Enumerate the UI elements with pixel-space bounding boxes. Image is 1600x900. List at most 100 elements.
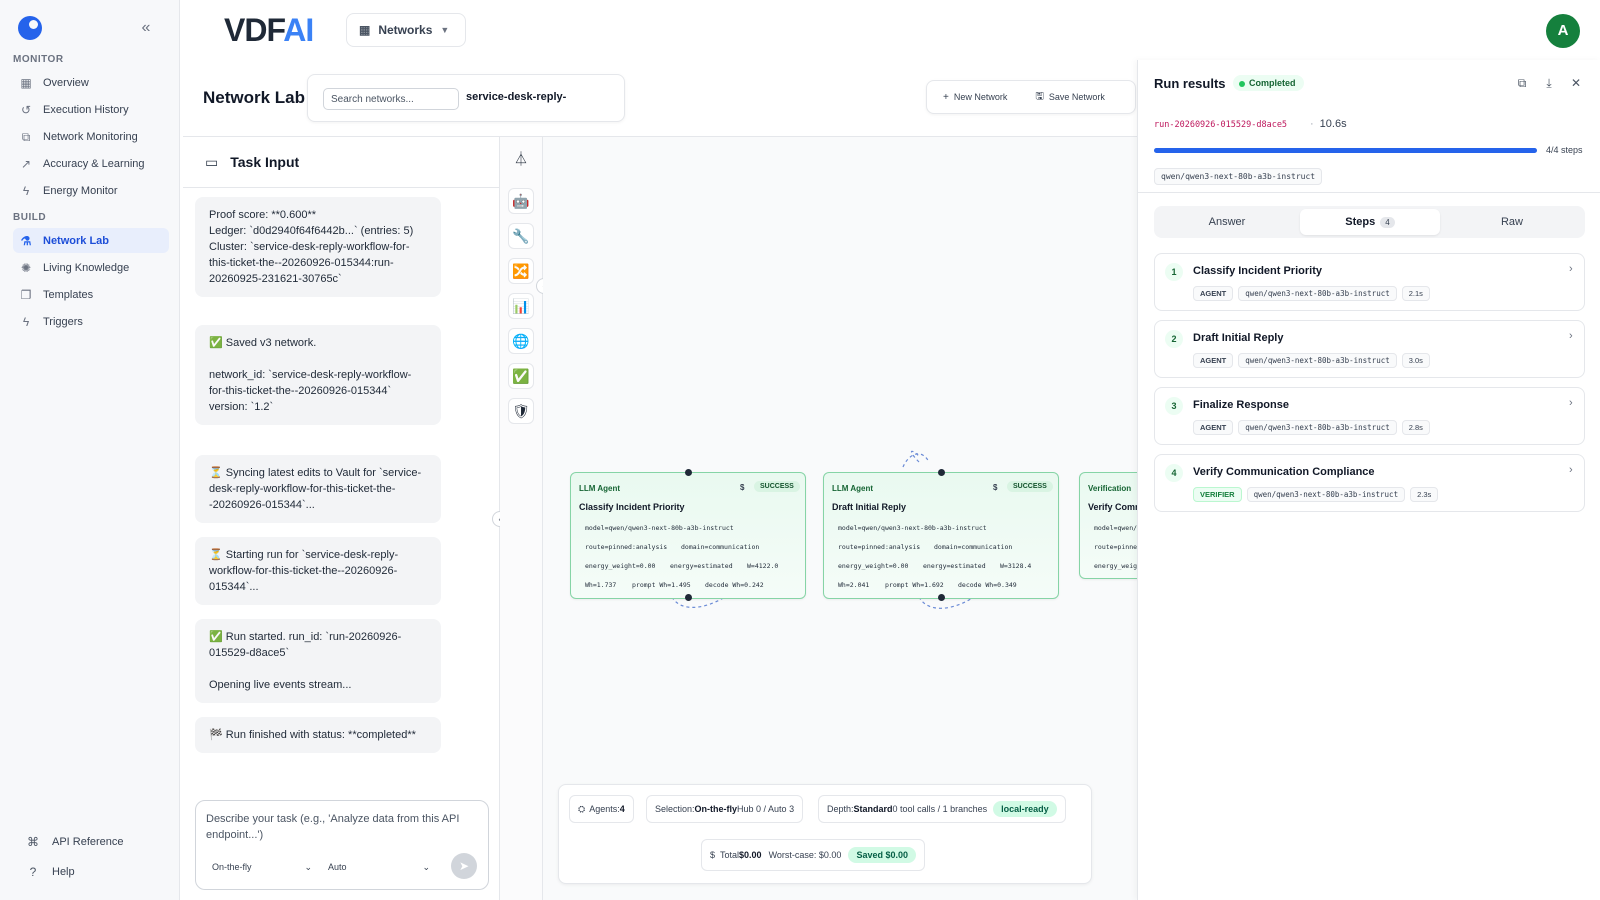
shuffle-icon[interactable]: 🔀 (508, 258, 534, 284)
input-port[interactable] (938, 469, 945, 476)
footer-item-help[interactable]: ? Help (26, 861, 75, 883)
search-input[interactable] (323, 88, 459, 110)
sidebar-item-execution-history[interactable]: ↺ Execution History (13, 97, 169, 122)
globe-icon[interactable]: 🌐 (508, 328, 534, 354)
network-actions: + New Network 🖫 Save Network (926, 80, 1136, 114)
model-tag: qwen/qwen3-next-80b-a3b-instruct (1238, 353, 1397, 368)
current-network-name[interactable]: service-desk-reply- (466, 91, 566, 103)
sidebar-item-network-lab[interactable]: ⚗ Network Lab (13, 228, 169, 253)
node-draft-initial-reply[interactable]: LLM Agent $ SUCCESS Draft Initial Reply … (823, 469, 1059, 601)
run-duration-row: · 10.6s (1310, 118, 1347, 130)
network-canvas[interactable]: LLM Agent $ SUCCESS Classify Incident Pr… (543, 136, 1137, 900)
sidebar-item-network-monitoring[interactable]: ⧉ Network Monitoring (13, 124, 169, 149)
task-description-input[interactable] (206, 811, 476, 847)
run-id[interactable]: run-20260926-015529-d8ace5 (1154, 120, 1287, 130)
cost-icon: $ (740, 483, 745, 492)
output-port[interactable] (938, 594, 945, 601)
chat-message: ⏳ Syncing latest edits to Vault for `ser… (195, 455, 441, 523)
new-network-button[interactable]: + New Network (943, 92, 1007, 103)
footer-item-api-reference[interactable]: ⌘ API Reference (26, 831, 124, 853)
step-tags: AGENT qwen/qwen3-next-80b-a3b-instruct 2… (1193, 286, 1430, 301)
model-tag: qwen/qwen3-next-80b-a3b-instruct (1238, 286, 1397, 301)
node-energy-weight: energy_weight=0.00 (838, 562, 909, 570)
sidebar-item-templates[interactable]: ❐ Templates (13, 282, 169, 307)
output-port[interactable] (685, 594, 692, 601)
avatar[interactable]: A (1546, 14, 1580, 48)
robot-icon[interactable]: 🤖 (508, 188, 534, 214)
sidebar-item-living-knowledge[interactable]: ✺ Living Knowledge (13, 255, 169, 280)
node-palette: ⏃ 🤖 🔧 🔀 📊 🌐 ✅ 🛡 (500, 136, 543, 900)
depth-chip: Depth: Standard 0 tool calls / 1 branches … (818, 795, 1066, 823)
shield-icon[interactable]: 🛡 (508, 398, 534, 424)
copy-icon[interactable]: ⧉ (1513, 74, 1531, 92)
step-title: Classify Incident Priority (1193, 265, 1322, 277)
node-energy-weight: energy_weight=0.00 (1094, 562, 1137, 570)
brand-logo[interactable]: VDFAI (224, 12, 314, 49)
section-label-build: BUILD (13, 212, 47, 223)
networks-dropdown[interactable]: ▦ Networks ▼ (346, 13, 466, 47)
step-card[interactable]: 3 Finalize Response › AGENT qwen/qwen3-n… (1154, 387, 1585, 445)
send-icon: ➤ (458, 859, 470, 873)
chevron-down-icon: ⌄ (422, 861, 430, 872)
sidebar-item-triggers[interactable]: ϟ Triggers (13, 309, 169, 334)
local-ready-badge: local-ready (993, 801, 1057, 817)
chevron-down-icon: ▼ (440, 25, 450, 35)
cost-chip: $ Total $0.00 Worst-case: $0.00 Saved $0.0… (701, 839, 925, 871)
sidebar-item-accuracy-learning[interactable]: ↗ Accuracy & Learning (13, 151, 169, 176)
input-port[interactable] (685, 469, 692, 476)
check-icon[interactable]: ✅ (508, 363, 534, 389)
node-verify-communication-compliance[interactable]: Verification Verify Communication Compli… (1079, 472, 1137, 579)
close-icon[interactable]: ✕ (1567, 74, 1585, 92)
tab-raw[interactable]: Raw (1442, 209, 1582, 235)
role-tag: AGENT (1193, 353, 1234, 368)
tab-count-badge: 4 (1380, 216, 1395, 228)
node-domain: domain=communication (934, 543, 1013, 551)
node-classify-incident-priority[interactable]: LLM Agent $ SUCCESS Classify Incident Pr… (570, 469, 806, 601)
chat-icon: ▭ (205, 153, 219, 170)
node-kind: LLM Agent (832, 484, 874, 493)
sidebar-item-energy-monitor[interactable]: ϟ Energy Monitor (13, 178, 169, 203)
node-wh: Wh=2.041 (838, 581, 870, 589)
mode-select[interactable]: On-the-fly ⌄ (212, 857, 312, 877)
depth-label: Depth: (827, 804, 854, 814)
saved-badge: Saved $0.00 (848, 847, 916, 863)
sidebar-item-label: Overview (43, 76, 89, 89)
step-tags: AGENT qwen/qwen3-next-80b-a3b-instruct 2… (1193, 420, 1430, 435)
sidebar-item-overview[interactable]: ▦ Overview (13, 70, 169, 95)
copy-icon: ❐ (20, 287, 32, 302)
download-icon[interactable]: ⤓ (1540, 74, 1558, 92)
sidebar-item-label: Network Monitoring (43, 130, 138, 143)
step-title: Finalize Response (1193, 399, 1289, 411)
run-results-header: Run results Completed ⧉ ⤓ ✕ run-20260926… (1138, 60, 1600, 193)
app-logo-icon[interactable] (18, 16, 42, 40)
chat-message: Proof score: **0.600** Ledger: `d0d2940f… (195, 197, 441, 297)
step-card[interactable]: 1 Classify Incident Priority › AGENT qwe… (1154, 253, 1585, 311)
flask-icon: ⚗ (20, 233, 32, 248)
step-number: 4 (1165, 464, 1183, 482)
node-model: model=qwen/qwen3-next-80b-a3b-instruct (585, 524, 734, 532)
collapse-sidebar-icon[interactable]: « (134, 18, 158, 40)
send-button[interactable]: ➤ (451, 853, 477, 879)
step-card[interactable]: 2 Draft Initial Reply › AGENT qwen/qwen3… (1154, 320, 1585, 378)
model-tag: qwen/qwen3-next-80b-a3b-instruct (1154, 168, 1323, 185)
bar-chart-icon[interactable]: 📊 (508, 293, 534, 319)
tab-steps[interactable]: Steps 4 (1300, 209, 1440, 235)
agents-chip: ⛭ Agents: 4 (569, 795, 634, 823)
grid-icon: ▦ (359, 23, 371, 37)
wrench-icon[interactable]: 🔧 (508, 223, 534, 249)
step-title: Verify Communication Compliance (1193, 466, 1375, 478)
task-input-panel: ▭ Task Input Proof score: **0.600** Ledg… (183, 136, 500, 900)
step-number: 2 (1165, 330, 1183, 348)
step-card[interactable]: 4 Verify Communication Compliance › VERI… (1154, 454, 1585, 512)
task-composer: On-the-fly ⌄ Auto ⌄ ➤ (195, 800, 489, 890)
tab-label: Raw (1500, 216, 1523, 228)
network-icon[interactable]: ⏃ (508, 147, 534, 173)
node-domain: domain=communication (681, 543, 760, 551)
run-results-drawer: Run results Completed ⧉ ⤓ ✕ run-20260926… (1137, 60, 1600, 900)
task-input-title: Task Input (230, 154, 300, 170)
save-network-button[interactable]: 🖫 Save Network (1035, 89, 1105, 106)
model-select[interactable]: Auto ⌄ (328, 857, 430, 877)
separator-dot: · (1310, 118, 1314, 130)
mode-select-value: On-the-fly (212, 862, 252, 872)
tab-answer[interactable]: Answer (1157, 209, 1297, 235)
